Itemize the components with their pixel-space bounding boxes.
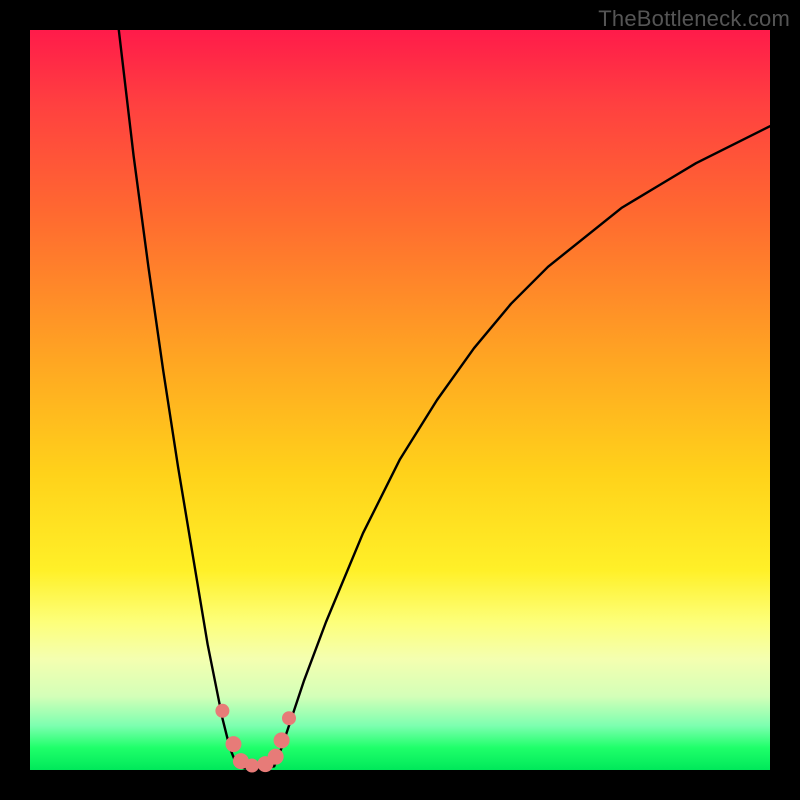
data-marker xyxy=(215,704,229,718)
plot-area xyxy=(30,30,770,770)
data-marker xyxy=(268,749,284,765)
chart-frame: TheBottleneck.com xyxy=(0,0,800,800)
series-curve-left xyxy=(119,30,237,766)
chart-svg xyxy=(30,30,770,770)
curve-layer xyxy=(119,30,770,769)
series-curve-right xyxy=(274,126,770,766)
data-marker xyxy=(274,732,290,748)
data-marker xyxy=(282,711,296,725)
data-marker xyxy=(226,736,242,752)
data-marker xyxy=(245,759,259,773)
watermark-text: TheBottleneck.com xyxy=(598,6,790,32)
